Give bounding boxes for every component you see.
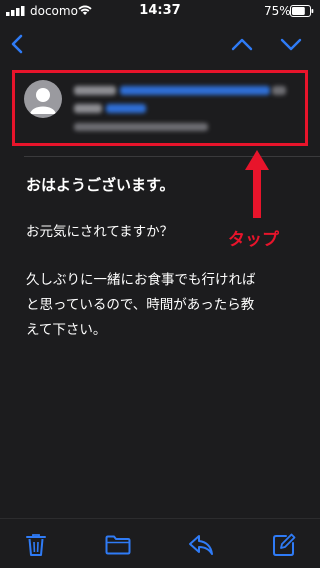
up-arrow-icon: [245, 150, 269, 218]
message-line: 久しぶりに一緒にお食事でも行ければ: [26, 272, 256, 288]
status-bar: docomo 14:37 75%: [0, 0, 320, 22]
chevron-up-icon: [231, 38, 253, 51]
folder-icon: [105, 535, 131, 555]
battery-percent: 75%: [264, 4, 291, 18]
back-button[interactable]: [4, 30, 30, 58]
battery-icon: [290, 5, 314, 17]
message-paragraph-1: お元気にされてますか？: [26, 224, 174, 240]
message-subject: おはようございます。: [26, 176, 175, 194]
next-message-button[interactable]: [277, 32, 305, 56]
reply-icon: [189, 535, 213, 555]
move-folder-button[interactable]: [102, 531, 134, 559]
previous-message-button[interactable]: [228, 32, 256, 56]
compose-icon: [273, 533, 296, 556]
reply-button[interactable]: [186, 531, 216, 559]
trash-button[interactable]: [22, 531, 50, 559]
tap-highlight-box: [12, 70, 308, 146]
chevron-down-icon: [280, 38, 302, 51]
message-paragraph-2: 久しぶりに一緒にお食事でも行ければ と思っているので、時間があったら教 えて下さ…: [26, 268, 298, 343]
header-divider: [24, 156, 320, 157]
message-line: と思っているので、時間があったら教: [26, 297, 255, 313]
compose-button[interactable]: [270, 531, 298, 559]
message-line: えて下さい。: [26, 322, 107, 338]
chevron-left-icon: [11, 34, 23, 54]
bottom-toolbar: [0, 518, 320, 568]
trash-icon: [26, 534, 46, 556]
nav-bar: [0, 22, 320, 64]
